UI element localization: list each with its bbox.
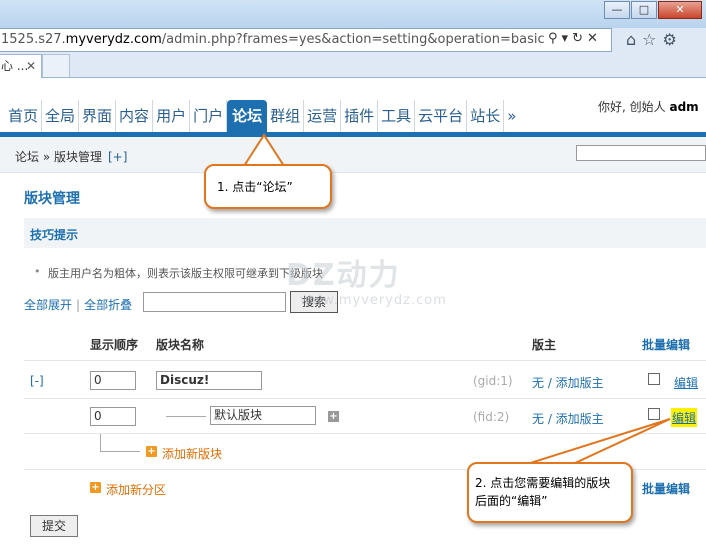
watermark-logo: DZ动力 <box>286 258 401 293</box>
callout-pointer <box>242 133 286 167</box>
callout-step-1: 1. 点击“论坛” <box>204 164 332 209</box>
nav-item-interface[interactable]: 界面 <box>79 100 117 132</box>
nav-item-more[interactable]: » <box>504 100 519 132</box>
refresh-icon[interactable]: ↻ <box>572 31 583 46</box>
batch-edit-link[interactable]: 批量编辑 <box>642 480 690 497</box>
url-host-prefix: 1525.s27. <box>1 32 66 47</box>
greeting-user[interactable]: adm <box>669 100 698 114</box>
minimize-icon[interactable]: — <box>604 1 630 19</box>
tab-close-icon[interactable]: ✕ <box>26 55 36 77</box>
home-icon[interactable]: ⌂ <box>626 30 636 49</box>
stop-icon[interactable]: ✕ <box>587 31 598 46</box>
header-moderator: 版主 <box>532 338 557 352</box>
dropdown-icon[interactable]: ▾ <box>562 31 569 46</box>
add-category-link[interactable]: 添加新分区 <box>106 481 166 498</box>
category-id: (gid:1) <box>473 374 513 388</box>
tips-bar: 技巧提示 <box>24 218 706 248</box>
menu-search-input[interactable] <box>576 145 706 161</box>
link-separator: | <box>76 298 81 312</box>
nav-item-portal[interactable]: 门户 <box>190 100 228 132</box>
forum-name-input[interactable]: 默认版块 <box>210 406 316 425</box>
url-tools: ⚲ ▾ ↻ ✕ <box>548 31 598 46</box>
tips-title: 技巧提示 <box>30 228 79 242</box>
window-titlebar: — □ ✕ <box>0 0 706 28</box>
nav-item-cloud[interactable]: 云平台 <box>415 100 468 132</box>
display-order-input[interactable]: 0 <box>90 371 136 390</box>
row-divider <box>24 398 706 399</box>
add-forum-icon[interactable]: + <box>146 446 157 457</box>
callout-step-2: 2. 点击您需要编辑的版块 后面的“编辑” <box>467 462 633 523</box>
page-title: 版块管理 <box>24 191 80 207</box>
add-forum-link[interactable]: 添加新版块 <box>162 445 222 462</box>
expand-collapse-links: 全部展开 | 全部折叠 <box>24 296 132 313</box>
nav-item-forum[interactable]: 论坛 <box>227 100 268 132</box>
add-category-icon[interactable]: + <box>90 482 101 493</box>
tab-title: 心 ... <box>1 59 29 73</box>
callout-step-2-line-2: 后面的“编辑” <box>475 494 548 508</box>
search-icon[interactable]: ⚲ <box>548 31 558 46</box>
new-tab-button[interactable] <box>42 54 70 77</box>
collapse-toggle[interactable]: [-] <box>30 374 44 388</box>
nav-menu: 首页 全局 界面 内容 用户 门户 论坛 群组 运营 插件 工具 云平台 站长 … <box>5 100 519 132</box>
tip-text: 版主用户名为粗体，则表示该版主权限可继承到下级版块 <box>48 267 323 280</box>
url-path: /admin.php?frames=yes&action=setting&ope… <box>161 32 545 47</box>
add-subforum-icon[interactable]: + <box>328 411 339 422</box>
display-order-input[interactable]: 0 <box>90 407 136 426</box>
breadcrumb: 论坛 » 版块管理 [+] <box>15 148 127 165</box>
tab-bar: 心 ... ✕ <box>0 52 706 78</box>
add-shortcut-link[interactable]: [+] <box>108 150 127 164</box>
forum-search-input[interactable] <box>143 292 286 312</box>
breadcrumb-path: 论坛 » 版块管理 <box>15 150 102 164</box>
nav-item-global[interactable]: 全局 <box>42 100 80 132</box>
tip-bullet: • <box>34 265 41 278</box>
gear-icon[interactable]: ⚙ <box>663 30 677 49</box>
row-divider <box>24 360 706 361</box>
header-forum-name: 版块名称 <box>156 338 205 352</box>
callout-step-1-text: 1. 点击“论坛” <box>217 180 293 194</box>
nav-item-webmaster[interactable]: 站长 <box>467 100 505 132</box>
batch-checkbox[interactable] <box>648 373 660 385</box>
nav-item-operations[interactable]: 运营 <box>304 100 342 132</box>
close-icon[interactable]: ✕ <box>658 1 702 19</box>
favorites-star-icon[interactable]: ☆ <box>642 30 656 49</box>
header-display-order: 显示顺序 <box>90 338 139 352</box>
tree-connector <box>166 416 206 417</box>
submit-button[interactable]: 提交 <box>30 515 78 537</box>
forum-name-input[interactable]: Discuz! <box>156 371 262 390</box>
nav-item-tools[interactable]: 工具 <box>378 100 416 132</box>
nav-item-users[interactable]: 用户 <box>153 100 191 132</box>
collapse-all-link[interactable]: 全部折叠 <box>84 298 132 312</box>
browser-nav-icons: ⌂ ☆ ⚙ <box>626 30 677 49</box>
nav-item-home[interactable]: 首页 <box>5 100 43 132</box>
nav-item-plugins[interactable]: 插件 <box>341 100 379 132</box>
edit-link[interactable]: 编辑 <box>674 374 698 391</box>
nav-item-groups[interactable]: 群组 <box>267 100 305 132</box>
restore-icon[interactable]: □ <box>631 1 657 19</box>
url-input[interactable]: 1525.s27.myverydz.com/admin.php?frames=y… <box>0 28 612 52</box>
tree-connector <box>100 451 140 452</box>
callout-step-2-line-1: 2. 点击您需要编辑的版块 <box>475 476 611 490</box>
url-host-main: myverydz.com <box>65 32 162 47</box>
add-moderator-link[interactable]: 无 / 添加版主 <box>532 374 604 391</box>
tree-connector <box>100 434 101 451</box>
greeting-prefix: 你好, 创始人 <box>598 100 666 114</box>
nav-item-content[interactable]: 内容 <box>116 100 154 132</box>
user-greeting: 你好, 创始人 adm <box>598 98 699 115</box>
header-batch-edit[interactable]: 批量编辑 <box>642 336 690 353</box>
watermark-url: www.myverydz.com <box>300 293 447 308</box>
address-bar: 1525.s27.myverydz.com/admin.php?frames=y… <box>0 28 706 52</box>
expand-all-link[interactable]: 全部展开 <box>24 298 72 312</box>
top-nav: 首页 全局 界面 内容 用户 门户 论坛 群组 运营 插件 工具 云平台 站长 … <box>0 78 706 134</box>
breadcrumb-bar: 论坛 » 版块管理 [+] <box>0 137 706 173</box>
window-controls: — □ ✕ <box>603 1 702 19</box>
browser-tab[interactable]: 心 ... ✕ <box>0 54 42 78</box>
